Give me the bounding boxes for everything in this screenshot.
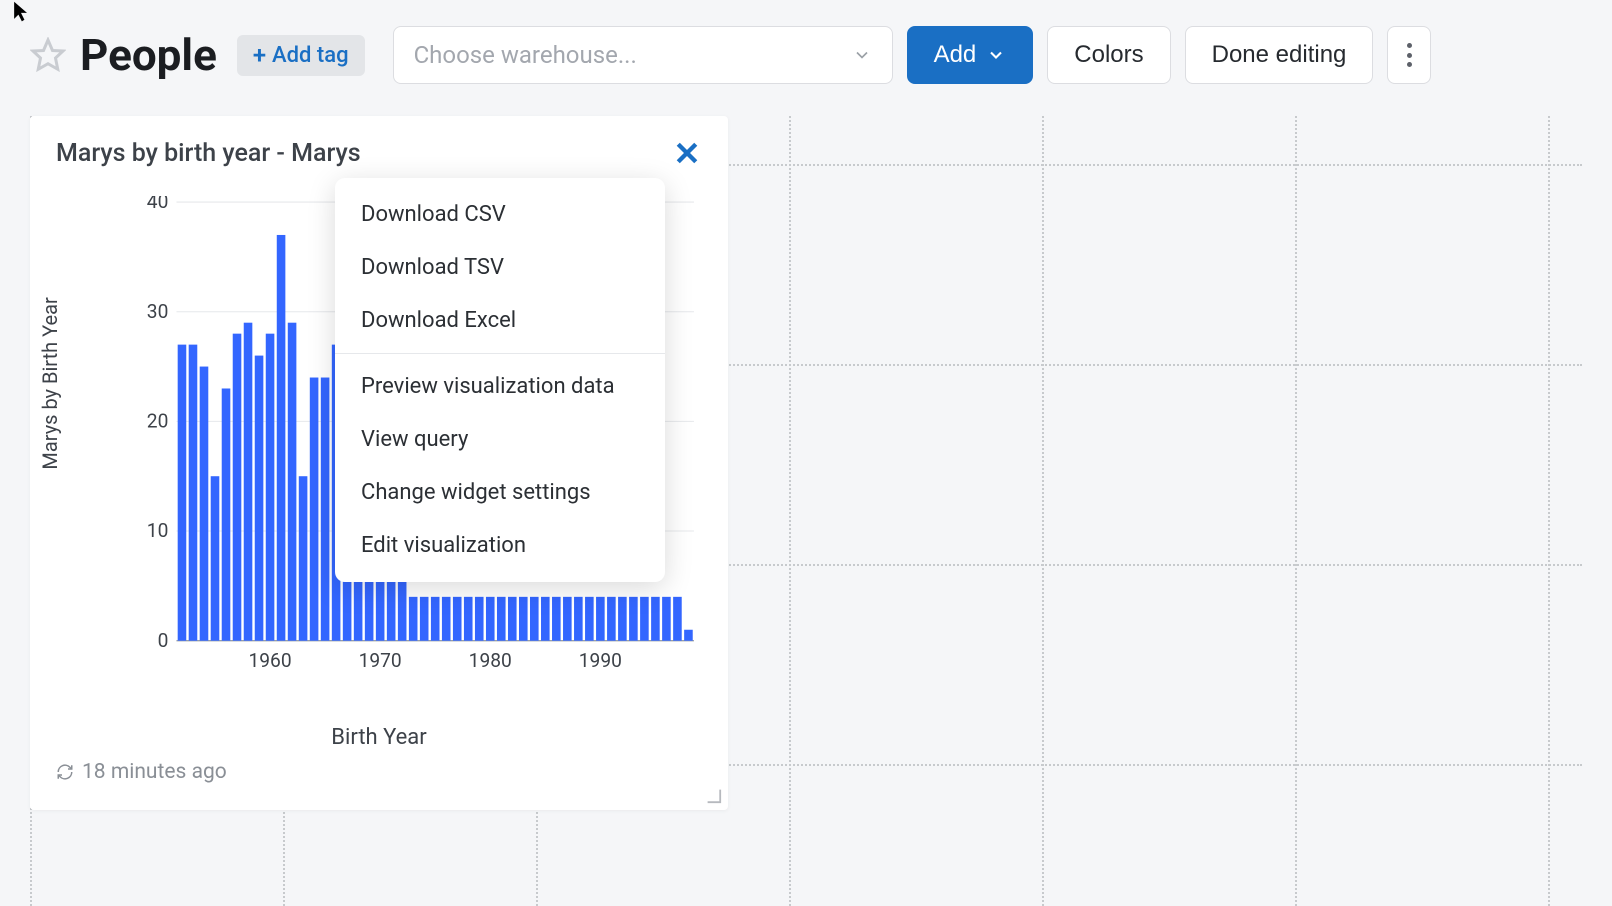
chart-xlabel: Birth Year: [331, 725, 426, 750]
chart-bar[interactable]: [585, 597, 594, 641]
menu-item-preview-visualization-data[interactable]: Preview visualization data: [335, 360, 665, 413]
chart-bar[interactable]: [178, 345, 187, 641]
chart-bar[interactable]: [310, 378, 319, 641]
svg-text:30: 30: [147, 300, 169, 323]
chart-bar[interactable]: [200, 367, 209, 641]
chevron-down-icon: [852, 45, 872, 65]
chart-bar[interactable]: [464, 597, 473, 641]
chart-bar[interactable]: [596, 597, 605, 641]
chart-bar[interactable]: [266, 334, 275, 641]
svg-text:10: 10: [147, 519, 169, 542]
warehouse-placeholder: Choose warehouse...: [414, 41, 637, 69]
chart-bar[interactable]: [420, 597, 429, 641]
chart-bar[interactable]: [563, 597, 572, 641]
chart-bar[interactable]: [222, 388, 231, 640]
chart-bar[interactable]: [233, 334, 242, 641]
chart-bar[interactable]: [277, 235, 286, 641]
chart-bar[interactable]: [651, 597, 660, 641]
chart-bar[interactable]: [288, 323, 297, 641]
menu-separator: [335, 353, 665, 354]
chart-bar[interactable]: [431, 597, 440, 641]
svg-text:0: 0: [158, 629, 169, 652]
refresh-status[interactable]: 18 minutes ago: [56, 760, 702, 784]
svg-text:1960: 1960: [248, 649, 291, 672]
add-tag-button[interactable]: + Add tag: [237, 35, 365, 76]
svg-text:1990: 1990: [579, 649, 622, 672]
colors-button[interactable]: Colors: [1047, 26, 1170, 84]
chart-bar[interactable]: [244, 323, 253, 641]
done-editing-button[interactable]: Done editing: [1185, 26, 1374, 84]
chart-bar[interactable]: [541, 597, 550, 641]
chart-bar[interactable]: [574, 597, 583, 641]
chart-bar[interactable]: [629, 597, 638, 641]
svg-text:40: 40: [147, 196, 169, 213]
chart-bar[interactable]: [607, 597, 616, 641]
page-title: People: [80, 29, 217, 81]
chart-ylabel: Marys by Birth Year: [38, 297, 62, 469]
chart-bar[interactable]: [618, 597, 627, 641]
svg-text:20: 20: [147, 409, 169, 432]
chart-bar[interactable]: [519, 597, 528, 641]
chart-bar[interactable]: [299, 476, 308, 640]
menu-item-change-widget-settings[interactable]: Change widget settings: [335, 466, 665, 519]
chart-bar[interactable]: [662, 597, 671, 641]
refresh-icon: [56, 763, 74, 781]
favorite-star-icon[interactable]: [30, 37, 66, 73]
chart-bar[interactable]: [673, 597, 682, 641]
plus-icon: +: [253, 43, 266, 67]
svg-text:1980: 1980: [469, 649, 512, 672]
close-icon[interactable]: [672, 138, 702, 168]
more-options-button[interactable]: [1387, 26, 1431, 84]
chart-bar[interactable]: [486, 597, 495, 641]
add-button[interactable]: Add: [907, 26, 1034, 84]
refresh-text: 18 minutes ago: [82, 760, 227, 784]
warehouse-select[interactable]: Choose warehouse...: [393, 26, 893, 84]
chart-bar[interactable]: [684, 630, 693, 641]
dashboard-header: People + Add tag Choose warehouse... Add…: [0, 0, 1612, 110]
resize-handle-icon[interactable]: [704, 786, 722, 804]
widget-title: Marys by birth year - Marys: [56, 139, 361, 168]
chart-bar[interactable]: [442, 597, 451, 641]
chart-bar[interactable]: [552, 597, 561, 641]
chart-bar[interactable]: [508, 597, 517, 641]
menu-item-view-query[interactable]: View query: [335, 413, 665, 466]
menu-item-download-excel[interactable]: Download Excel: [335, 294, 665, 347]
vertical-dots-icon: [1407, 43, 1412, 67]
menu-item-download-tsv[interactable]: Download TSV: [335, 241, 665, 294]
menu-item-download-csv[interactable]: Download CSV: [335, 188, 665, 241]
chart-bar[interactable]: [530, 597, 539, 641]
dashboard-canvas: Marys by birth year - Marys Marys by Bir…: [30, 116, 1582, 906]
menu-item-edit-visualization[interactable]: Edit visualization: [335, 519, 665, 572]
widget-context-menu: Download CSVDownload TSVDownload Excel Pr…: [335, 178, 665, 582]
chart-bar[interactable]: [475, 597, 484, 641]
chart-bar[interactable]: [255, 356, 264, 641]
chart-bar[interactable]: [497, 597, 506, 641]
chart-bar[interactable]: [640, 597, 649, 641]
add-tag-label: Add tag: [272, 43, 349, 68]
chevron-down-icon: [986, 45, 1006, 65]
svg-text:1970: 1970: [359, 649, 402, 672]
chart-bar[interactable]: [189, 345, 198, 641]
chart-bar[interactable]: [453, 597, 462, 641]
chart-bar[interactable]: [409, 597, 418, 641]
chart-bar[interactable]: [211, 476, 220, 640]
chart-bar[interactable]: [321, 378, 330, 641]
